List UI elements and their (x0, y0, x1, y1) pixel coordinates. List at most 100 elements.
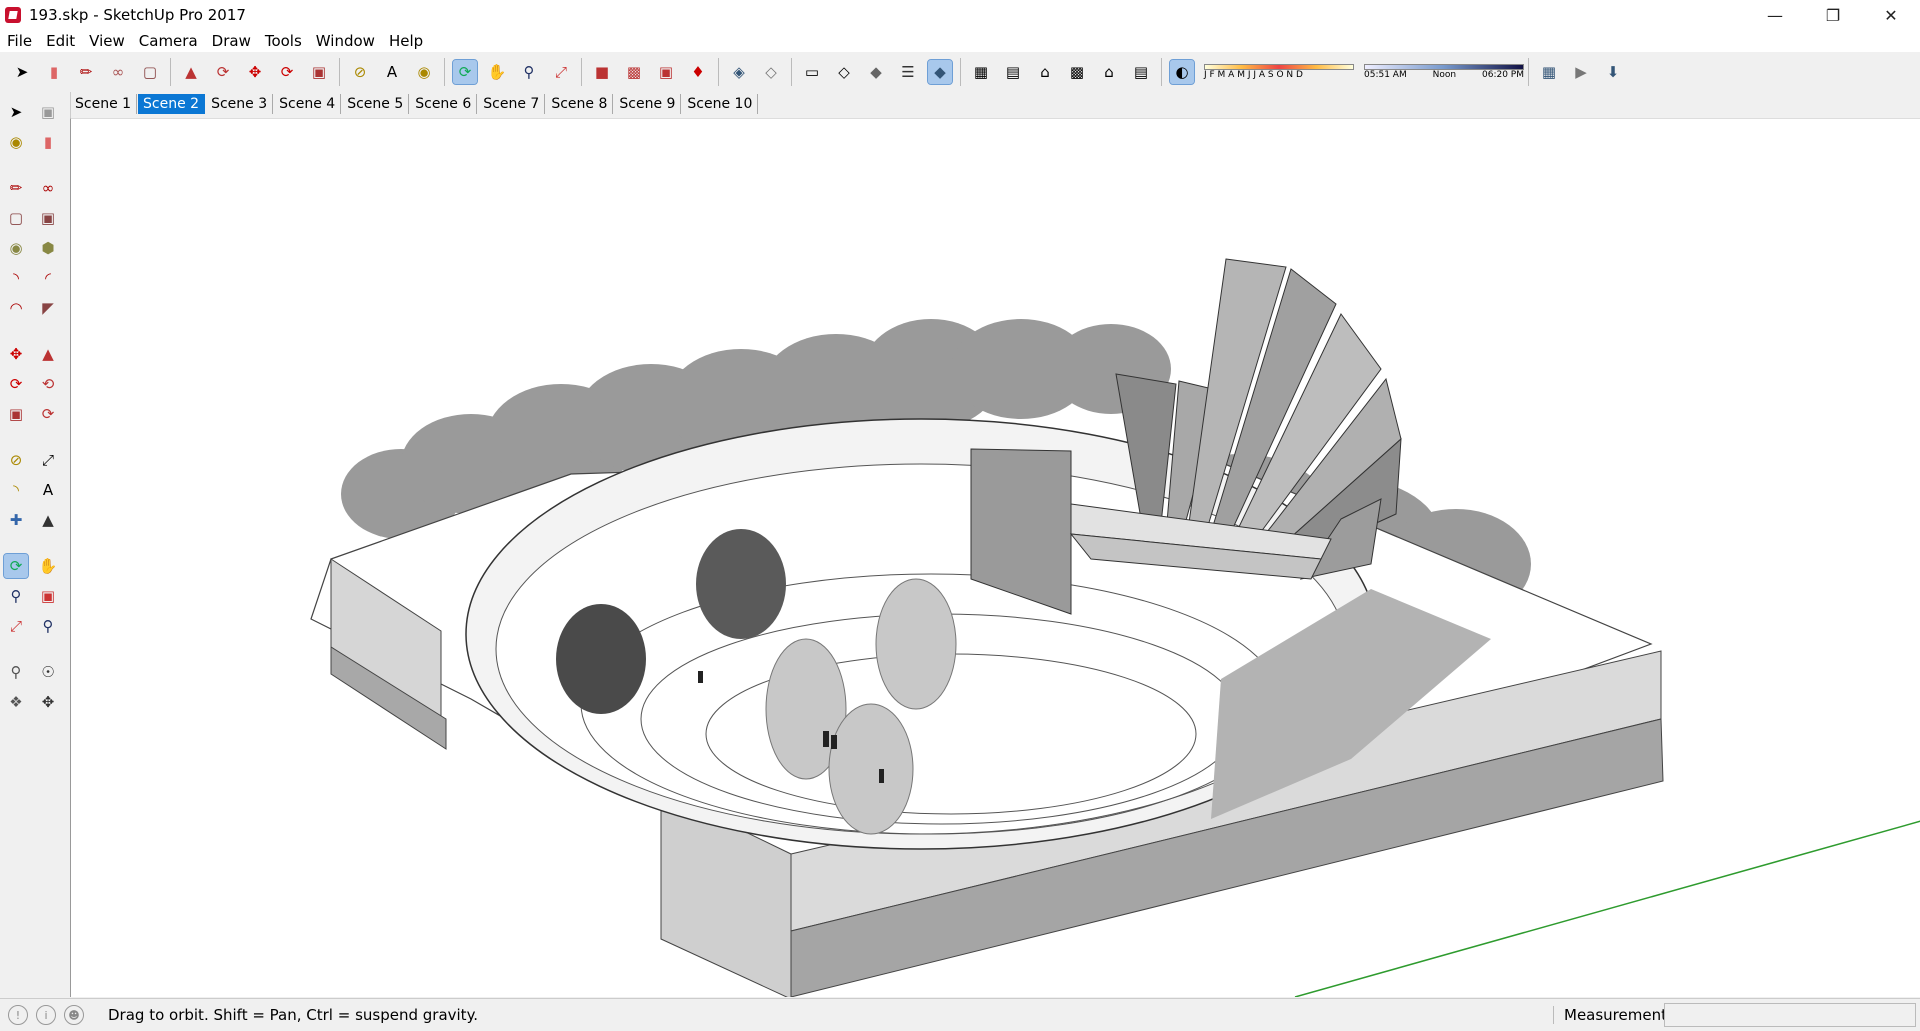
follow-me-icon[interactable]: ⟲ (36, 372, 60, 396)
move-icon[interactable]: ✥ (4, 342, 28, 366)
three-point-arc-icon[interactable]: ◠ (4, 296, 28, 320)
previous-view-icon[interactable]: ⚲ (36, 614, 60, 638)
tape-measure-tool-icon[interactable]: ⊘ (348, 60, 372, 84)
wireframe-style-icon[interactable]: ▭ (800, 60, 824, 84)
tab-scene-10[interactable]: Scene 10 (682, 94, 759, 114)
menu-draw[interactable]: Draw (205, 32, 258, 50)
minimize-button[interactable]: — (1746, 0, 1804, 30)
orbit-tool-icon[interactable]: ⟳ (452, 59, 478, 85)
polygon-icon[interactable]: ⬢ (36, 236, 60, 260)
text-tool-icon[interactable]: A (380, 60, 404, 84)
arc-icon[interactable]: ◝ (4, 266, 28, 290)
rotate-icon[interactable]: ⟳ (4, 372, 28, 396)
xray-style-icon[interactable]: ◈ (727, 60, 751, 84)
pan-tool-icon[interactable]: ✋ (485, 60, 509, 84)
tab-scene-7[interactable]: Scene 7 (478, 94, 546, 114)
two-point-arc-icon[interactable]: ◜ (36, 266, 60, 290)
text-icon[interactable]: A (36, 478, 60, 502)
top-view-icon[interactable]: ▤ (1001, 60, 1025, 84)
circle-icon[interactable]: ◉ (4, 236, 28, 260)
left-view-icon[interactable]: ▤ (1129, 60, 1153, 84)
freehand-tool-icon[interactable]: ∞ (106, 60, 130, 84)
rectangle-tool-icon[interactable]: ▢ (138, 60, 162, 84)
geo-location-icon[interactable]: ⬇ (1601, 60, 1625, 84)
line-icon[interactable]: ✏ (4, 176, 28, 200)
geolocation-status-icon[interactable]: ! (8, 1005, 28, 1025)
menu-file[interactable]: File (0, 32, 39, 50)
push-pull-icon[interactable]: ▲ (36, 342, 60, 366)
select-icon[interactable]: ➤ (4, 100, 28, 124)
menu-view[interactable]: View (82, 32, 132, 50)
menu-edit[interactable]: Edit (39, 32, 82, 50)
tab-scene-6[interactable]: Scene 6 (410, 94, 478, 114)
3d-text-icon[interactable]: ▲ (36, 508, 60, 532)
look-around-icon[interactable]: ☉ (36, 660, 60, 684)
scale-icon[interactable]: ▣ (4, 402, 28, 426)
follow-me-tool-icon[interactable]: ⟳ (211, 60, 235, 84)
menu-window[interactable]: Window (309, 32, 382, 50)
eraser-icon[interactable]: ▮ (36, 130, 60, 154)
tape-measure-icon[interactable]: ⊘ (4, 448, 28, 472)
eraser-tool-icon[interactable]: ▮ (42, 60, 66, 84)
rotated-rectangle-icon[interactable]: ▣ (36, 206, 60, 230)
tab-scene-3[interactable]: Scene 3 (206, 94, 274, 114)
tab-scene-8[interactable]: Scene 8 (546, 94, 614, 114)
ruby-icon[interactable]: ♦ (686, 60, 710, 84)
close-button[interactable]: ✕ (1862, 0, 1920, 30)
paint-bucket-icon[interactable]: ◉ (4, 130, 28, 154)
user-status-icon[interactable]: ☻ (64, 1005, 84, 1025)
menu-tools[interactable]: Tools (258, 32, 309, 50)
model-viewport[interactable] (70, 118, 1920, 997)
monochrome-style-icon[interactable]: ◆ (927, 59, 953, 85)
axes-icon[interactable]: ✚ (4, 508, 28, 532)
section-plane-icon[interactable]: ✥ (36, 690, 60, 714)
rotate-tool-icon[interactable]: ⟳ (275, 60, 299, 84)
shaded-style-icon[interactable]: ◆ (864, 60, 888, 84)
dimension-icon[interactable]: ⤢ (36, 448, 60, 472)
tab-scene-9[interactable]: Scene 9 (614, 94, 682, 114)
shaded-textures-style-icon[interactable]: ☰ (896, 60, 920, 84)
orbit-icon[interactable]: ⟳ (3, 553, 29, 579)
offset-icon[interactable]: ⟳ (36, 402, 60, 426)
tag-icon[interactable]: ▶ (1569, 60, 1593, 84)
protractor-icon[interactable]: ◝ (4, 478, 28, 502)
zoom-extents-icon[interactable]: ⤢ (4, 614, 28, 638)
position-camera-icon[interactable]: ⚲ (4, 660, 28, 684)
maximize-button[interactable]: ❐ (1804, 0, 1862, 30)
warehouse-icon[interactable]: ■ (590, 60, 614, 84)
paint-bucket-tool-icon[interactable]: ◉ (412, 60, 436, 84)
shadows-toggle-icon[interactable]: ◐ (1169, 59, 1195, 85)
freehand-icon[interactable]: ∞ (36, 176, 60, 200)
back-view-icon[interactable]: ⌂ (1097, 60, 1121, 84)
components-icon[interactable]: ▩ (622, 60, 646, 84)
zoom-window-icon[interactable]: ▣ (36, 584, 60, 608)
front-view-icon[interactable]: ⌂ (1033, 60, 1057, 84)
extension-warehouse-icon[interactable]: ▣ (654, 60, 678, 84)
menu-help[interactable]: Help (382, 32, 430, 50)
walk-icon[interactable]: ❖ (4, 690, 28, 714)
iso-view-icon[interactable]: ▦ (969, 60, 993, 84)
tab-scene-2[interactable]: Scene 2 (138, 94, 206, 114)
rectangle-icon[interactable]: ▢ (4, 206, 28, 230)
model-canvas[interactable] (71, 119, 1920, 997)
credits-status-icon[interactable]: i (36, 1005, 56, 1025)
pencil-tool-icon[interactable]: ✏ (74, 60, 98, 84)
tab-scene-1[interactable]: Scene 1 (70, 94, 138, 114)
zoom-icon[interactable]: ⚲ (4, 584, 28, 608)
tab-scene-4[interactable]: Scene 4 (274, 94, 342, 114)
pie-icon[interactable]: ◤ (36, 296, 60, 320)
measurements-input[interactable] (1664, 1003, 1916, 1027)
zoom-tool-icon[interactable]: ⚲ (517, 60, 541, 84)
make-component-icon[interactable]: ▣ (36, 100, 60, 124)
pan-icon[interactable]: ✋ (36, 554, 60, 578)
right-view-icon[interactable]: ▩ (1065, 60, 1089, 84)
hidden-line-style-icon[interactable]: ◇ (832, 60, 856, 84)
push-pull-tool-icon[interactable]: ▲ (179, 60, 203, 84)
menu-camera[interactable]: Camera (132, 32, 205, 50)
tab-scene-5[interactable]: Scene 5 (342, 94, 410, 114)
zoom-extents-tool-icon[interactable]: ⤢ (549, 60, 573, 84)
model-info-icon[interactable]: ▦ (1537, 60, 1561, 84)
scale-tool-icon[interactable]: ▣ (307, 60, 331, 84)
select-tool-icon[interactable]: ➤ (10, 60, 34, 84)
move-tool-icon[interactable]: ✥ (243, 60, 267, 84)
